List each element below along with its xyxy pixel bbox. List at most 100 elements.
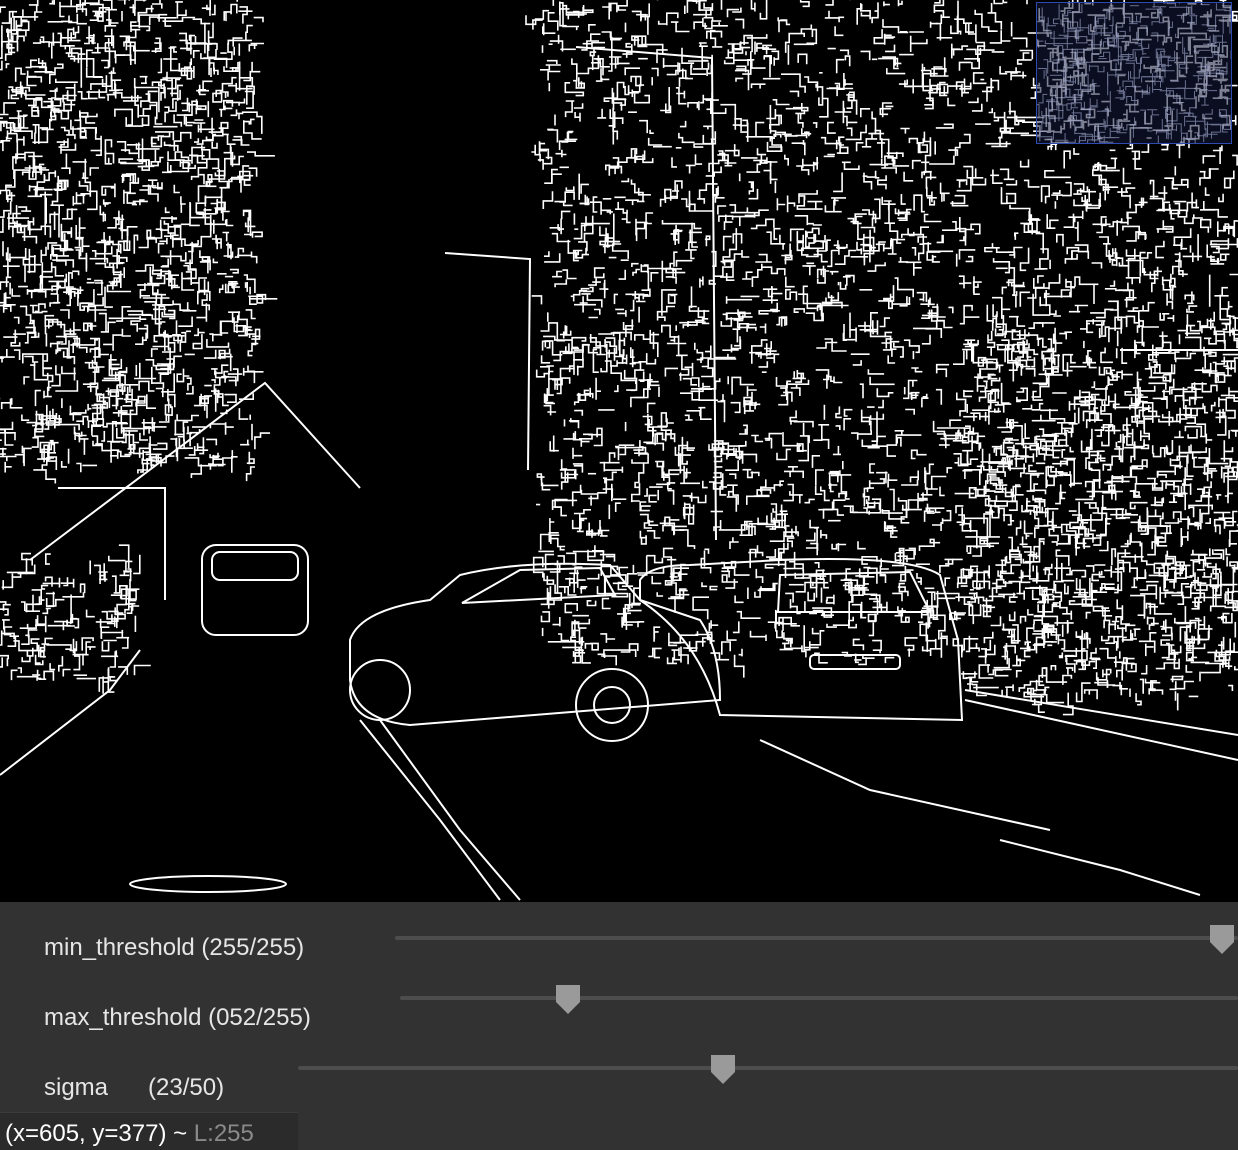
foliage-edge-stroke	[1037, 322, 1044, 328]
foliage-edge-stroke	[726, 8, 739, 18]
slider-sigma-track[interactable]	[298, 1066, 1238, 1070]
foliage-edge-stroke	[26, 76, 43, 87]
foliage-edge-stroke	[18, 206, 32, 212]
foliage-edge-stroke	[1015, 115, 1026, 122]
foliage-edge-stroke	[1057, 635, 1066, 650]
foliage-edge-stroke	[1041, 101, 1050, 116]
foliage-edge-stroke	[1069, 446, 1074, 453]
foliage-edge-stroke	[540, 64, 561, 71]
foliage-edge-stroke	[562, 646, 583, 656]
foliage-edge-stroke	[1134, 38, 1150, 49]
foliage-edge-stroke	[1052, 601, 1061, 608]
foliage-edge-stroke	[949, 419, 962, 427]
foliage-edge-stroke	[614, 502, 621, 512]
foliage-edge-stroke	[684, 471, 691, 479]
foliage-edge-stroke	[146, 394, 156, 410]
foliage-edge-stroke	[807, 591, 816, 602]
foliage-edge-stroke	[1187, 428, 1198, 439]
foliage-edge-stroke	[1006, 180, 1018, 186]
foliage-edge-stroke	[1019, 49, 1034, 60]
foliage-edge-stroke	[784, 288, 798, 301]
foliage-edge-stroke	[1091, 576, 1099, 582]
foliage-edge-stroke	[964, 228, 975, 239]
foliage-edge-stroke	[1000, 382, 1010, 404]
road-lane-edge-2	[379, 719, 521, 901]
foliage-edge-stroke	[111, 420, 117, 441]
foliage-edge-stroke	[1159, 90, 1184, 99]
foliage-edge-stroke	[948, 306, 954, 314]
slider-max-threshold-thumb[interactable]	[553, 982, 583, 1016]
foliage-edge-stroke	[1044, 40, 1074, 45]
foliage-edge-stroke	[733, 654, 745, 678]
slider-sigma-thumb[interactable]	[708, 1052, 738, 1086]
foliage-edge-stroke	[975, 442, 982, 451]
minimap-edge-preview	[1037, 3, 1231, 143]
foliage-edge-stroke	[571, 58, 578, 89]
foliage-edge-stroke	[579, 585, 588, 594]
foliage-edge-stroke	[186, 377, 192, 391]
foliage-edge-stroke	[547, 12, 559, 31]
foliage-edge-stroke	[755, 253, 772, 263]
foliage-edge-stroke	[648, 647, 662, 659]
foliage-edge-stroke	[962, 469, 973, 479]
foliage-edge-stroke	[1232, 510, 1238, 523]
foliage-edge-stroke	[47, 98, 62, 107]
foliage-edge-stroke	[677, 335, 688, 357]
foliage-edge-stroke	[755, 568, 764, 583]
foliage-edge-stroke	[1205, 518, 1211, 525]
foliage-edge-stroke	[16, 136, 25, 160]
foliage-edge-stroke	[1019, 291, 1030, 307]
foliage-edge-stroke	[122, 400, 133, 407]
foliage-edge-stroke	[532, 556, 544, 578]
foliage-edge-stroke	[841, 161, 860, 170]
foliage-edge-stroke	[1140, 584, 1158, 600]
foliage-edge-stroke	[911, 247, 917, 256]
foliage-edge-stroke	[691, 377, 700, 387]
foliage-edge-stroke	[1031, 589, 1040, 601]
slider-max-threshold-track[interactable]	[400, 996, 1238, 1000]
foliage-edge-stroke	[232, 37, 243, 47]
slider-min-threshold-thumb[interactable]	[1207, 922, 1237, 956]
foliage-edge-stroke	[671, 157, 677, 168]
foliage-edge-stroke	[967, 24, 977, 42]
foliage-edge-stroke	[568, 351, 575, 375]
slider-min-threshold-track[interactable]	[395, 936, 1238, 940]
foliage-edge-stroke	[0, 421, 14, 431]
foliage-edge-stroke	[651, 575, 662, 585]
foliage-edge-stroke	[798, 435, 810, 462]
foliage-edge-stroke	[78, 217, 86, 234]
foliage-edge-stroke	[873, 29, 885, 45]
foliage-edge-stroke	[672, 276, 677, 284]
foliage-edge-stroke	[117, 240, 127, 251]
foliage-edge-stroke	[44, 553, 51, 565]
foliage-edge-stroke	[1125, 509, 1138, 516]
foliage-edge-stroke	[40, 584, 49, 590]
foliage-edge-stroke	[625, 199, 639, 206]
foliage-edge-stroke	[1026, 624, 1035, 641]
foliage-edge-stroke	[661, 220, 702, 230]
minimap-overview[interactable]	[1036, 2, 1232, 144]
foliage-edge-stroke	[1070, 355, 1076, 364]
foliage-edge-stroke	[1109, 280, 1116, 287]
foliage-edge-stroke	[851, 430, 873, 440]
foliage-edge-stroke	[745, 136, 783, 152]
foliage-edge-stroke	[1167, 123, 1182, 133]
foliage-edge-stroke	[1203, 201, 1228, 218]
foliage-edge-stroke	[102, 199, 109, 205]
foliage-edge-stroke	[680, 392, 699, 401]
foliage-edge-stroke	[25, 594, 40, 613]
foliage-edge-stroke	[992, 258, 1011, 274]
foliage-edge-stroke	[1075, 630, 1083, 639]
foliage-edge-stroke	[70, 0, 72, 6]
foliage-edge-stroke	[656, 430, 667, 443]
foliage-edge-stroke	[77, 91, 88, 100]
edge-image-view[interactable]	[0, 0, 1238, 902]
foliage-edge-stroke	[1118, 282, 1133, 291]
foliage-edge-stroke	[729, 204, 749, 214]
foliage-edge-stroke	[31, 436, 39, 448]
foliage-edge-stroke	[748, 181, 755, 195]
foliage-edge-stroke	[1168, 21, 1173, 36]
foliage-edge-stroke	[54, 78, 78, 83]
foliage-edge-stroke	[553, 343, 570, 362]
foliage-edge-stroke	[72, 270, 80, 276]
